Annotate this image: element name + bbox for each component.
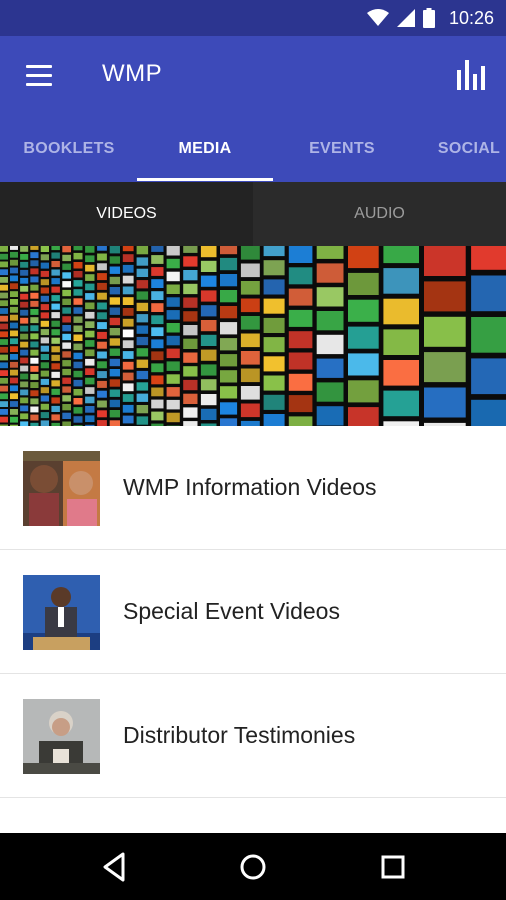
tab-booklets[interactable]: BOOKLETS <box>10 116 128 182</box>
video-wall-image <box>0 246 506 426</box>
status-bar: 10:26 <box>0 0 506 36</box>
media-subtabs: VIDEOS AUDIO <box>0 182 506 246</box>
active-tab-indicator <box>137 178 273 181</box>
cell-signal-icon <box>396 9 415 27</box>
wifi-icon <box>366 9 389 26</box>
video-wall-banner <box>0 246 506 426</box>
list-item-label: Special Event Videos <box>123 598 340 624</box>
thumbnail-speaker-podium <box>23 575 100 650</box>
app-bar: WMP <box>0 36 506 116</box>
main-tabs: BOOKLETS MEDIA EVENTS SOCIAL <box>0 116 506 182</box>
thumbnail-testimony-speaker <box>23 699 100 774</box>
status-time: 10:26 <box>448 7 494 28</box>
list-item-label: Distributor Testimonies <box>123 722 356 748</box>
tab-social[interactable]: SOCIAL <box>410 116 506 182</box>
list-item-label: WMP Information Videos <box>123 474 377 500</box>
subtab-audio[interactable]: AUDIO <box>253 182 506 246</box>
list-item-distributor-testimonies[interactable]: Distributor Testimonies <box>0 674 506 798</box>
hamburger-menu-icon[interactable] <box>26 65 52 87</box>
thumbnail-women-children <box>23 451 100 526</box>
list-item-information-videos[interactable]: WMP Information Videos <box>0 426 506 550</box>
list-item-special-event-videos[interactable]: Special Event Videos <box>0 550 506 674</box>
back-icon[interactable] <box>97 849 133 885</box>
status-icons: 10:26 <box>366 0 494 36</box>
tab-events[interactable]: EVENTS <box>283 116 401 182</box>
bar-chart-icon[interactable] <box>456 58 486 90</box>
app-title: WMP <box>102 60 163 87</box>
system-nav-bar <box>0 833 506 900</box>
tab-media[interactable]: MEDIA <box>137 116 273 182</box>
video-category-list: WMP Information Videos Special Event Vid… <box>0 426 506 798</box>
recent-apps-icon[interactable] <box>375 849 411 885</box>
subtab-videos[interactable]: VIDEOS <box>0 182 253 246</box>
battery-icon <box>422 8 435 28</box>
home-icon[interactable] <box>235 849 271 885</box>
